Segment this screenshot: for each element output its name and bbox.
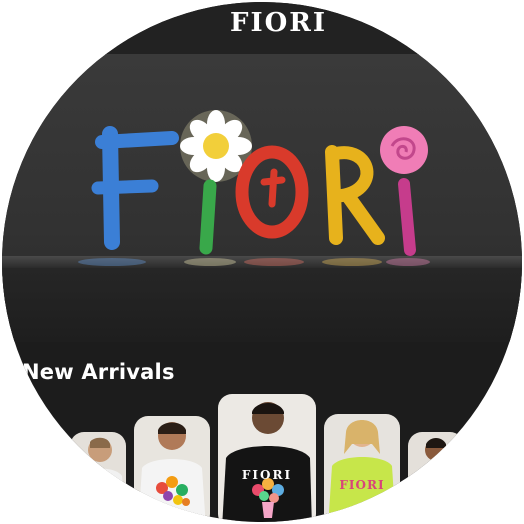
neon-sign-graphic xyxy=(78,110,430,266)
model-image-2 xyxy=(138,422,206,522)
top-navigation-bar: at FIORI xyxy=(2,2,522,55)
product-card-2[interactable] xyxy=(134,416,210,522)
product-card-1[interactable] xyxy=(70,432,126,522)
product-card-4[interactable]: FIORI xyxy=(324,414,400,522)
shirt-print-text: FIORI xyxy=(339,478,385,492)
shirt-print-text: FIORI xyxy=(241,468,293,482)
screen-viewport: at FIORI New Arrivals FIORI FIORI xyxy=(2,2,522,522)
section-title-new-arrivals: New Arrivals xyxy=(22,360,175,384)
hero-banner xyxy=(2,54,522,342)
sign-letter-r xyxy=(325,145,385,245)
nav-link-partial[interactable]: at xyxy=(120,24,136,39)
product-carousel[interactable]: FIORI FIORI xyxy=(2,392,522,522)
model-image-3 xyxy=(222,402,312,522)
product-card-3[interactable]: FIORI xyxy=(218,394,316,522)
sign-letter-o xyxy=(235,145,309,239)
model-image-1 xyxy=(74,437,126,522)
sign-letter-i-stem xyxy=(199,179,217,255)
sign-letter-i2-stem xyxy=(398,178,416,256)
model-image-5 xyxy=(410,438,462,522)
model-image-4 xyxy=(328,420,396,522)
sign-letter-f xyxy=(91,126,179,250)
rose-icon xyxy=(380,126,428,174)
product-card-5[interactable] xyxy=(408,432,464,522)
light-reflections xyxy=(78,258,430,266)
brand-logo[interactable]: FIORI xyxy=(230,8,327,38)
